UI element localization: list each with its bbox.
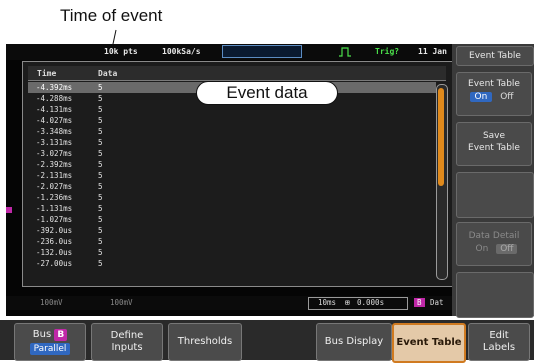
- event-data-value: 5: [98, 160, 103, 169]
- save-label-2: Event Table: [468, 143, 520, 153]
- event-list: -4.392ms 5 -4.288ms 5 -4.131ms 5 -4.027ms 5 -3.3…: [28, 82, 436, 280]
- event-time: -27.00us: [36, 259, 73, 268]
- event-time: -3.348ms: [36, 127, 73, 136]
- table-row[interactable]: -3.348ms 5: [28, 126, 436, 137]
- event-time: -4.027ms: [36, 116, 73, 125]
- event-table-header: [28, 66, 446, 81]
- event-data-annotation: Event data: [196, 81, 338, 105]
- bus-marker-icon: [6, 207, 12, 213]
- thresholds-softkey[interactable]: Thresholds: [168, 323, 242, 361]
- timebase-scale: 10ms: [318, 298, 337, 307]
- side-menu-title: Event Table: [456, 46, 534, 66]
- table-row[interactable]: -132.0us 5: [28, 247, 436, 258]
- table-row[interactable]: -2.131ms 5: [28, 170, 436, 181]
- event-data-value: 5: [98, 193, 103, 202]
- event-data-value: 5: [98, 226, 103, 235]
- side-menu-empty-2: [456, 272, 534, 318]
- edit-labels-softkey[interactable]: Edit Labels: [468, 323, 530, 361]
- event-data-value: 5: [98, 83, 103, 92]
- save-label: Save: [482, 131, 506, 141]
- table-row[interactable]: -3.027ms 5: [28, 148, 436, 159]
- labels-label: Labels: [482, 342, 516, 353]
- event-data-value: 5: [98, 259, 103, 268]
- scrollbar-thumb[interactable]: [438, 88, 444, 186]
- table-row[interactable]: -4.131ms 5: [28, 104, 436, 115]
- inputs-label: Inputs: [111, 342, 143, 353]
- table-row[interactable]: -1.131ms 5: [28, 203, 436, 214]
- table-row[interactable]: -27.00us 5: [28, 258, 436, 269]
- date-display: 11 Jan: [418, 47, 447, 56]
- table-row[interactable]: -3.131ms 5: [28, 137, 436, 148]
- event-time: -2.027ms: [36, 182, 73, 191]
- event-time: -4.131ms: [36, 105, 73, 114]
- event-table-toggle[interactable]: Event Table On Off: [456, 72, 532, 116]
- data-detail-on[interactable]: On: [471, 244, 494, 254]
- column-header-data: Data: [98, 69, 118, 78]
- event-time: -1.131ms: [36, 204, 73, 213]
- event-data-value: 5: [98, 204, 103, 213]
- define-inputs-softkey[interactable]: Define Inputs: [91, 323, 163, 361]
- bus-display-softkey[interactable]: Bus Display: [316, 323, 392, 361]
- event-time: -3.131ms: [36, 138, 73, 147]
- event-data-value: 5: [98, 105, 103, 114]
- table-row[interactable]: -236.0us 5: [28, 236, 436, 247]
- event-data-value: 5: [98, 182, 103, 191]
- data-detail-label: Data Detail: [468, 231, 520, 241]
- sample-rate: 100kSa/s: [162, 47, 201, 56]
- event-time: -392.0us: [36, 226, 73, 235]
- side-menu-empty-1: [456, 172, 534, 218]
- define-label: Define: [110, 330, 144, 341]
- event-data-value: 5: [98, 138, 103, 147]
- bus-type: Dat: [430, 298, 444, 307]
- table-row[interactable]: -1.027ms 5: [28, 214, 436, 225]
- data-detail-toggle[interactable]: Data Detail On Off: [456, 222, 532, 266]
- parallel-badge: Parallel: [29, 343, 71, 355]
- table-row[interactable]: -2.027ms 5: [28, 181, 436, 192]
- ch2-scale: 100mV: [110, 298, 133, 307]
- event-data-value: 5: [98, 149, 103, 158]
- event-time: -1.236ms: [36, 193, 73, 202]
- event-table-softkey-label: Event Table: [396, 337, 462, 348]
- event-table-on[interactable]: On: [469, 92, 493, 102]
- event-data-value: 5: [98, 94, 103, 103]
- event-table-off[interactable]: Off: [495, 92, 518, 102]
- event-table-toggle-label: Event Table: [468, 79, 520, 89]
- event-time: -236.0us: [36, 237, 73, 246]
- event-time: -1.027ms: [36, 215, 73, 224]
- event-table-softkey[interactable]: Event Table: [392, 323, 466, 363]
- h-position-icon: ⊞: [345, 298, 350, 307]
- ch1-scale: 100mV: [40, 298, 63, 307]
- edit-label: Edit: [489, 330, 509, 341]
- event-time: -3.027ms: [36, 149, 73, 158]
- trigger-edge-icon: [339, 47, 351, 57]
- event-data-value: 5: [98, 237, 103, 246]
- horizontal-position: 0.000s: [357, 298, 385, 307]
- bus-indicator: B: [414, 298, 425, 307]
- waveform-position-indicator: [222, 45, 302, 58]
- thresholds-label: Thresholds: [177, 336, 233, 347]
- table-row[interactable]: -2.392ms 5: [28, 159, 436, 170]
- bus-softkey[interactable]: Bus B Parallel: [14, 323, 86, 361]
- bus-label: Bus: [32, 329, 52, 340]
- table-row[interactable]: -1.236ms 5: [28, 192, 436, 203]
- event-data-value: 5: [98, 116, 103, 125]
- record-length: 10k pts: [104, 47, 138, 56]
- event-data-value: 5: [98, 171, 103, 180]
- event-time: -132.0us: [36, 248, 73, 257]
- table-row[interactable]: -392.0us 5: [28, 225, 436, 236]
- event-data-value: 5: [98, 127, 103, 136]
- event-time: -2.392ms: [36, 160, 73, 169]
- save-event-table-button[interactable]: Save Event Table: [456, 122, 532, 166]
- table-row[interactable]: -4.027ms 5: [28, 115, 436, 126]
- event-time: -2.131ms: [36, 171, 73, 180]
- event-time: -4.288ms: [36, 94, 73, 103]
- bus-display-label: Bus Display: [324, 336, 384, 347]
- trigger-status: Trig?: [375, 47, 400, 56]
- event-time: -4.392ms: [36, 83, 73, 92]
- column-header-time: Time: [37, 69, 57, 78]
- event-data-value: 5: [98, 215, 103, 224]
- data-detail-off[interactable]: Off: [496, 244, 518, 254]
- event-data-value: 5: [98, 248, 103, 257]
- bus-b-badge: B: [54, 329, 68, 341]
